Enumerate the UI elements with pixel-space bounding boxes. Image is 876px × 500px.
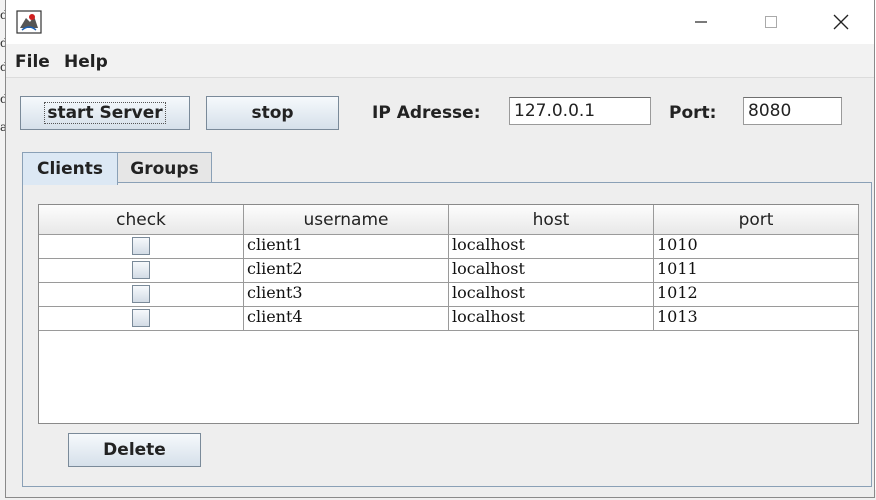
maximize-button[interactable] <box>748 0 794 44</box>
stop-button[interactable]: stop <box>206 96 339 130</box>
tab-groups[interactable]: Groups <box>117 152 212 184</box>
table-row[interactable]: client2 localhost 1011 <box>39 259 859 283</box>
stop-label: stop <box>251 103 294 123</box>
username-cell[interactable]: client2 <box>244 259 449 282</box>
java-app-icon <box>16 10 42 34</box>
username-cell[interactable]: client4 <box>244 307 449 330</box>
host-cell[interactable]: localhost <box>449 307 654 330</box>
row-checkbox[interactable] <box>132 237 150 255</box>
host-cell[interactable]: localhost <box>449 283 654 306</box>
port-cell[interactable]: 1013 <box>654 307 859 330</box>
close-icon <box>833 14 849 30</box>
tab-clients-label: Clients <box>36 159 103 179</box>
ip-address-field[interactable]: 127.0.0.1 <box>509 97 651 125</box>
port-cell[interactable]: 1010 <box>654 235 859 258</box>
ip-address-label: IP Adresse: <box>372 103 481 123</box>
host-cell[interactable]: localhost <box>449 235 654 258</box>
host-cell[interactable]: localhost <box>449 259 654 282</box>
delete-button[interactable]: Delete <box>68 433 201 467</box>
port-field[interactable]: 8080 <box>743 97 842 125</box>
row-checkbox[interactable] <box>132 285 150 303</box>
row-checkbox[interactable] <box>132 309 150 327</box>
clients-table: check username host port client1 localho… <box>38 204 859 424</box>
check-cell <box>39 307 244 330</box>
table-row[interactable]: client1 localhost 1010 <box>39 235 859 259</box>
table-header: check username host port <box>39 205 859 235</box>
row-checkbox[interactable] <box>132 261 150 279</box>
port-cell[interactable]: 1012 <box>654 283 859 306</box>
start-server-button[interactable]: start Server <box>20 96 190 130</box>
table-row[interactable]: client4 localhost 1013 <box>39 307 859 331</box>
menu-file[interactable]: File <box>15 52 50 72</box>
check-cell <box>39 283 244 306</box>
tab-clients[interactable]: Clients <box>22 152 118 185</box>
title-bar[interactable] <box>6 0 874 44</box>
server-window: File Help start Server stop IP Adresse: … <box>5 0 875 498</box>
column-header-check[interactable]: check <box>39 205 244 234</box>
delete-label: Delete <box>103 440 166 460</box>
tab-groups-label: Groups <box>130 158 199 179</box>
close-button[interactable] <box>818 0 864 44</box>
column-header-port[interactable]: port <box>654 205 859 234</box>
check-cell <box>39 235 244 258</box>
minimize-button[interactable] <box>678 0 724 44</box>
username-cell[interactable]: client3 <box>244 283 449 306</box>
table-row[interactable]: client3 localhost 1012 <box>39 283 859 307</box>
menu-help[interactable]: Help <box>64 52 108 72</box>
column-header-host[interactable]: host <box>449 205 654 234</box>
username-cell[interactable]: client1 <box>244 235 449 258</box>
column-header-username[interactable]: username <box>244 205 449 234</box>
check-cell <box>39 259 244 282</box>
port-cell[interactable]: 1011 <box>654 259 859 282</box>
start-server-label: start Server <box>44 102 166 124</box>
menu-bar: File Help <box>6 44 874 78</box>
minimize-icon <box>695 21 707 23</box>
port-label: Port: <box>669 103 717 123</box>
maximize-icon <box>765 16 777 28</box>
